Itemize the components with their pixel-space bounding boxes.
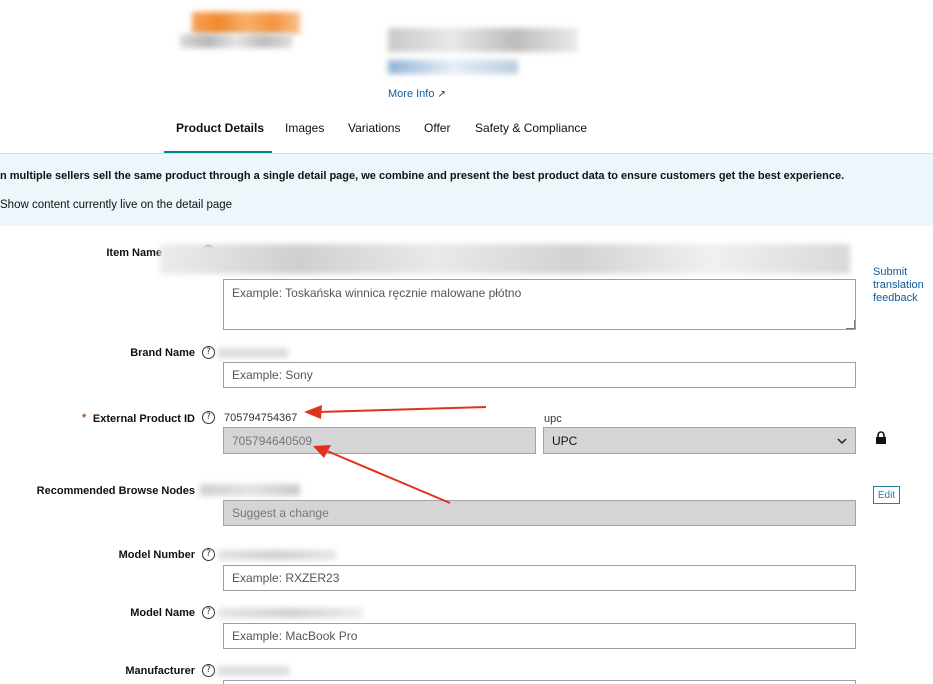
annotation-arrow-input-id [313, 445, 451, 504]
annotation-arrows [304, 405, 487, 504]
annotation-arrow-current-id [304, 405, 487, 419]
